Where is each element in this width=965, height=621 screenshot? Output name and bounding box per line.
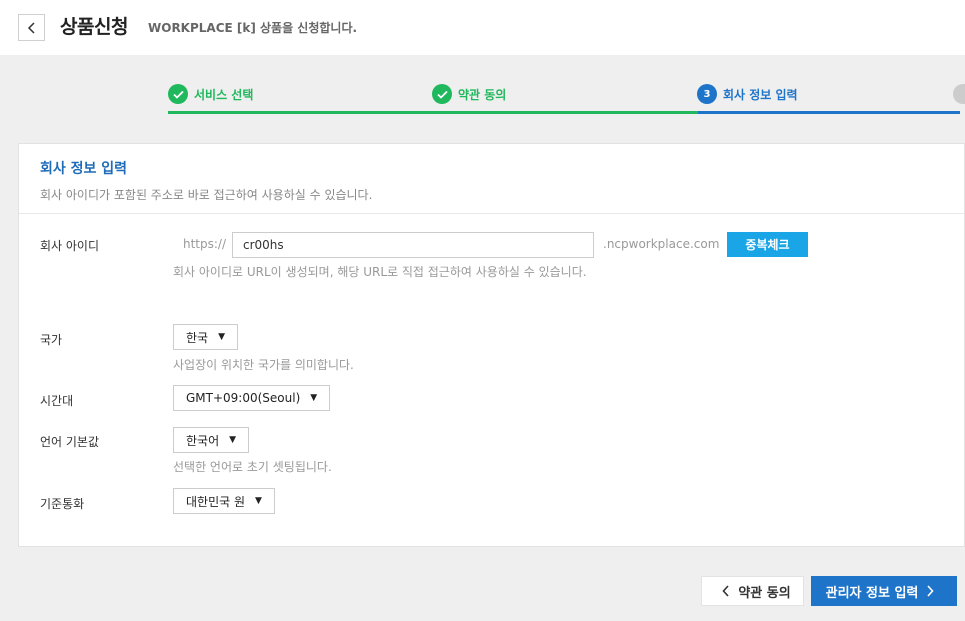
caret-down-icon: ▼ <box>218 332 226 342</box>
caret-down-icon: ▼ <box>255 496 262 506</box>
country-help: 사업장이 위치한 국가를 의미합니다. <box>173 358 354 372</box>
step-number-badge: 3 <box>697 84 717 104</box>
step-terms-agree: 약관 동의 <box>432 84 506 104</box>
step-badge <box>953 84 965 104</box>
prev-step-label: 약관 동의 <box>738 585 791 601</box>
language-select[interactable]: 한국어 ▼ <box>173 427 250 453</box>
chevron-left-icon <box>722 585 729 597</box>
url-prefix: https:// <box>183 237 227 251</box>
page-header: 상품신청 WORKPLACE [k] 상품을 신청합니다. <box>0 0 965 55</box>
company-id-help: 회사 아이디로 URL이 생성되며, 해당 URL로 직접 접근하여 사용하실 … <box>173 265 587 279</box>
currency-value: 대한민국 원 <box>186 494 246 509</box>
country-select[interactable]: 한국 ▼ <box>173 324 239 350</box>
back-button[interactable] <box>18 14 45 41</box>
prev-step-button[interactable]: 약관 동의 <box>701 576 804 606</box>
timezone-label: 시간대 <box>40 394 74 408</box>
step-line-done <box>168 111 698 114</box>
step-label: 서비스 선택 <box>194 87 254 102</box>
next-step-label: 관리자 정보 입력 <box>825 585 919 601</box>
step-line-active <box>698 111 960 114</box>
check-icon <box>168 84 188 104</box>
page-title: 상품신청 <box>60 16 128 38</box>
country-label: 국가 <box>40 333 63 347</box>
language-help: 선택한 언어로 초기 셋팅됩니다. <box>173 460 332 474</box>
chevron-left-icon <box>27 21 35 34</box>
caret-down-icon: ▼ <box>229 435 237 445</box>
step-label: 약관 동의 <box>458 87 507 102</box>
currency-label: 기준통화 <box>40 497 85 511</box>
check-icon <box>432 84 452 104</box>
currency-select[interactable]: 대한민국 원 ▼ <box>173 488 275 514</box>
card-description: 회사 아이디가 포함된 주소로 바로 접근하여 사용하실 수 있습니다. <box>40 188 373 202</box>
timezone-select[interactable]: GMT+09:00(Seoul) ▼ <box>173 385 331 411</box>
language-value: 한국어 <box>186 433 220 448</box>
country-value: 한국 <box>186 330 209 345</box>
next-step-button[interactable]: 관리자 정보 입력 <box>811 576 957 606</box>
caret-down-icon: ▼ <box>310 393 318 403</box>
progress-stepper: 서비스 선택 약관 동의 3 회사 정보 입력 <box>168 80 965 116</box>
step-company-info: 3 회사 정보 입력 <box>697 84 798 104</box>
timezone-value: GMT+09:00(Seoul) <box>186 391 301 405</box>
company-id-input[interactable] <box>232 232 594 258</box>
duplicate-check-button[interactable]: 중복체크 <box>727 232 808 257</box>
card-header: 회사 정보 입력 회사 아이디가 포함된 주소로 바로 접근하여 사용하실 수 … <box>19 144 964 214</box>
chevron-right-icon <box>927 585 934 597</box>
company-id-label: 회사 아이디 <box>40 239 100 253</box>
step-service-select: 서비스 선택 <box>168 84 253 104</box>
url-suffix: .ncpworkplace.com <box>603 237 720 251</box>
step-label: 회사 정보 입력 <box>723 87 798 102</box>
card-title: 회사 정보 입력 <box>40 161 128 177</box>
language-label: 언어 기본값 <box>40 435 100 449</box>
step-next-indicator <box>953 84 965 104</box>
page-subtitle: WORKPLACE [k] 상품을 신청합니다. <box>148 21 358 35</box>
company-info-card: 회사 정보 입력 회사 아이디가 포함된 주소로 바로 접근하여 사용하실 수 … <box>18 143 965 547</box>
